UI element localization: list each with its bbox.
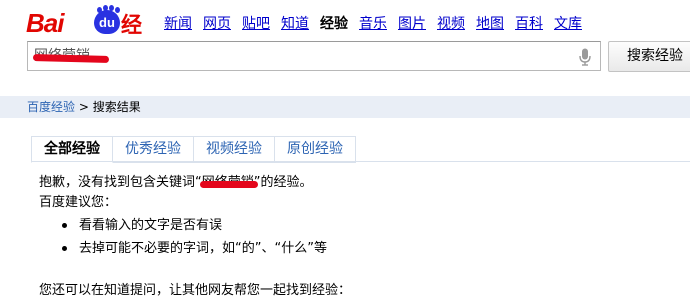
redaction-mark [199, 181, 258, 188]
tab-excellent[interactable]: 优秀经验 [113, 136, 194, 163]
nav-item-wenku[interactable]: 文库 [554, 15, 582, 33]
bullet-icon [62, 246, 67, 251]
suggestion-item: 去掉可能不必要的字词，如“的”、“什么”等 [79, 241, 327, 256]
nav-item-baike[interactable]: 百科 [515, 15, 543, 33]
no-result-prefix: 抱歉，没有找到包含关键词“ [39, 175, 202, 190]
tab-video[interactable]: 视频经验 [194, 136, 275, 163]
zhidao-hint: 您还可以在知道提问，让其他网友帮您一起找到经验： [39, 283, 352, 298]
nav-item-jingyan[interactable]: 经验 [320, 15, 348, 33]
paw-toe [115, 7, 120, 13]
nav-item-zhidao[interactable]: 知道 [281, 15, 309, 33]
suggest-title: 百度建议您： [39, 195, 118, 210]
paw-toe [97, 7, 102, 13]
no-result-message: 抱歉，没有找到包含关键词“网络营销”的经验。 [39, 174, 313, 191]
no-result-keyword: 网络营销 [199, 175, 258, 190]
paw-toe [103, 5, 108, 11]
bullet-icon [62, 223, 67, 228]
breadcrumb-bar: 百度经验 > 搜索结果 [0, 96, 690, 118]
nav-item-video[interactable]: 视频 [437, 15, 465, 33]
logo-bai-text: Bai [26, 8, 64, 38]
breadcrumb: 百度经验 > 搜索结果 [27, 99, 141, 115]
breadcrumb-current: 搜索结果 [92, 100, 141, 114]
suggestion-item: 看看输入的文字是否有误 [79, 218, 223, 233]
breadcrumb-separator: > [75, 100, 93, 114]
tab-all[interactable]: 全部经验 [31, 136, 113, 163]
baidu-jingyan-logo[interactable]: Bai du 经验 [26, 4, 150, 67]
breadcrumb-home-link[interactable]: 百度经验 [27, 100, 75, 114]
logo-du-paw-icon: du [94, 5, 120, 34]
paw-toe [109, 5, 114, 11]
search-input[interactable]: 网络营销 [27, 41, 601, 71]
nav-item-map[interactable]: 地图 [476, 15, 504, 33]
search-button[interactable]: 搜索经验 [608, 41, 690, 72]
nav-item-images[interactable]: 图片 [398, 15, 426, 33]
tabs-divider [31, 161, 690, 162]
nav-item-web[interactable]: 网页 [203, 15, 231, 33]
microphone-icon[interactable] [578, 48, 592, 66]
no-result-suffix: ”的经验。 [253, 175, 313, 190]
result-tabs: 全部经验 优秀经验 视频经验 原创经验 [31, 136, 356, 163]
nav-item-tieba[interactable]: 贴吧 [242, 15, 270, 33]
nav-item-news[interactable]: 新闻 [164, 15, 192, 33]
nav-item-music[interactable]: 音乐 [359, 15, 387, 33]
product-nav: 新闻 网页 贴吧 知道 经验 音乐 图片 视频 地图 百科 文库 [164, 15, 593, 33]
tab-original[interactable]: 原创经验 [275, 136, 356, 163]
logo-du-text: du [99, 15, 115, 30]
